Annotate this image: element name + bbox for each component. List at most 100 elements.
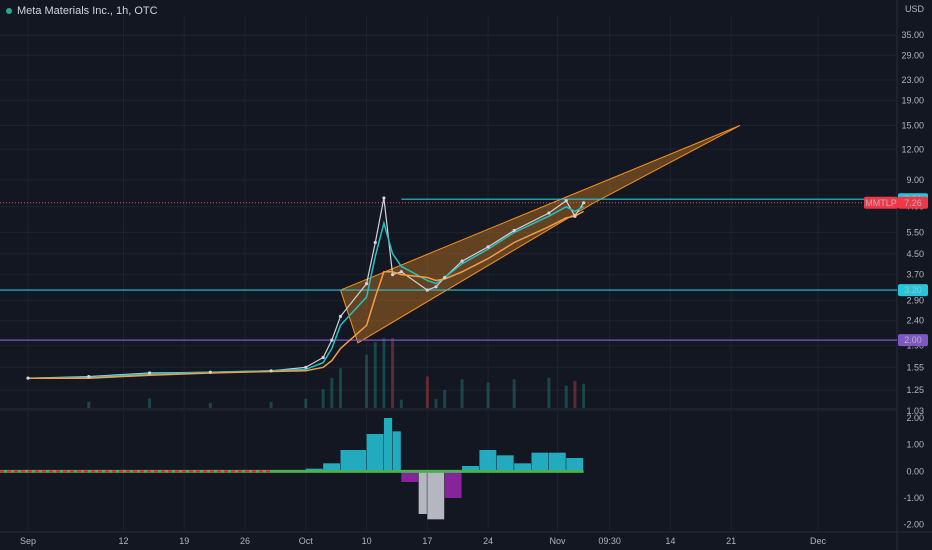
symbol-title: Meta Materials Inc., 1h, OTC	[17, 5, 158, 17]
price-point	[512, 228, 516, 233]
osc-bar	[340, 450, 367, 472]
volume-bar	[399, 399, 403, 408]
time-tick-label: Oct	[299, 536, 314, 546]
price-chart[interactable]: 35.0029.0023.0019.0015.0012.009.007.005.…	[0, 0, 932, 550]
price-point	[434, 285, 438, 289]
volume-bar	[269, 401, 273, 408]
price-point	[373, 240, 377, 245]
price-point	[364, 282, 369, 286]
osc-bar	[383, 418, 393, 472]
osc-bar	[392, 431, 401, 472]
volume-bar	[391, 338, 395, 408]
volume-bar	[373, 342, 377, 408]
osc-bar	[496, 455, 514, 472]
price-point	[87, 375, 91, 379]
last-price-badge-label: 7.26	[904, 198, 922, 208]
osc-bar	[366, 434, 384, 472]
currency-label: USD	[905, 4, 925, 14]
osc-tick-label: -1.00	[903, 493, 924, 503]
price-tick-label: 19.00	[901, 95, 924, 105]
time-tick-label: 21	[726, 536, 736, 546]
time-tick-label: Dec	[810, 536, 827, 546]
time-tick-label: 26	[240, 536, 250, 546]
time-tick-label: 24	[483, 536, 493, 546]
osc-tick-label: 2.00	[906, 413, 924, 423]
osc-bar	[418, 471, 427, 514]
symbol-tag-label: MMTLP	[865, 198, 897, 208]
level-badge-320-label: 3.20	[904, 285, 922, 295]
volume-bar	[486, 382, 490, 408]
price-point	[338, 314, 343, 318]
wedge-channel	[339, 125, 741, 344]
time-tick-label: 14	[665, 536, 675, 546]
volume-bar	[434, 399, 438, 408]
price-tick-label: 3.70	[906, 270, 924, 280]
time-tick-label: 12	[118, 536, 128, 546]
price-point	[330, 338, 334, 342]
time-tick-label: 09:30	[598, 536, 621, 546]
price-point	[304, 365, 308, 369]
price-tick-label: 12.00	[901, 144, 924, 154]
price-tick-label: 35.00	[901, 30, 924, 40]
volume-bar	[512, 379, 516, 408]
price-tick-label: 15.00	[901, 120, 924, 130]
volume-bar	[304, 398, 308, 408]
price-point	[582, 201, 586, 205]
price-point	[547, 211, 551, 215]
price-point	[573, 214, 577, 218]
chart-window: 35.0029.0023.0019.0015.0012.009.007.005.…	[0, 0, 932, 550]
volume-bar	[564, 385, 568, 408]
price-point	[443, 275, 447, 280]
price-point	[564, 199, 568, 203]
price-tick-label: 1.25	[906, 385, 924, 395]
osc-bar	[427, 471, 445, 520]
volume-bar	[443, 390, 447, 408]
status-dot-icon	[6, 8, 12, 15]
price-point	[321, 355, 325, 360]
osc-bar	[531, 452, 549, 472]
volume-bar	[582, 383, 586, 408]
volume-bar	[208, 402, 212, 408]
price-point	[382, 196, 386, 200]
level-badge-200-label: 2.00	[904, 335, 922, 345]
price-tick-label: 9.00	[906, 175, 924, 185]
price-tick-label: 23.00	[901, 75, 924, 85]
volume-bar	[148, 398, 152, 408]
osc-tick-label: 1.00	[906, 440, 924, 450]
price-point	[147, 371, 152, 375]
volume-bar	[547, 377, 551, 408]
volume-bar	[425, 376, 429, 408]
price-point	[425, 288, 429, 292]
price-point	[399, 270, 403, 274]
time-tick-label: 10	[362, 536, 372, 546]
price-point	[269, 369, 273, 373]
osc-tick-label: 0.00	[906, 466, 924, 476]
price-tick-label: 2.90	[906, 296, 924, 306]
volume-bar	[365, 354, 369, 408]
volume-bar	[573, 380, 577, 408]
volume-bar	[382, 338, 386, 408]
volume-bar	[460, 379, 464, 408]
volume-bar	[330, 377, 334, 408]
price-tick-label: 4.50	[906, 249, 924, 259]
time-tick-label: 19	[179, 536, 189, 546]
osc-bar	[566, 458, 584, 472]
volume-bar	[339, 368, 343, 408]
time-tick-label: Nov	[550, 536, 567, 546]
price-point	[486, 245, 490, 249]
price-tick-label: 1.55	[906, 362, 924, 372]
osc-bar	[479, 450, 497, 472]
time-tick-label: Sep	[20, 536, 36, 546]
volume-bar	[87, 401, 91, 408]
time-tick-label: 17	[422, 536, 432, 546]
volume-bar	[321, 389, 325, 408]
price-point	[460, 259, 464, 263]
price-tick-label: 5.50	[906, 227, 924, 237]
chart-title: Meta Materials Inc., 1h, OTC	[6, 5, 158, 17]
price-tick-label: 2.40	[906, 316, 924, 326]
osc-bar	[401, 471, 419, 482]
price-tick-label: 29.00	[901, 50, 924, 60]
price-point	[208, 370, 212, 374]
price-point	[391, 273, 395, 277]
osc-bar	[548, 452, 566, 472]
